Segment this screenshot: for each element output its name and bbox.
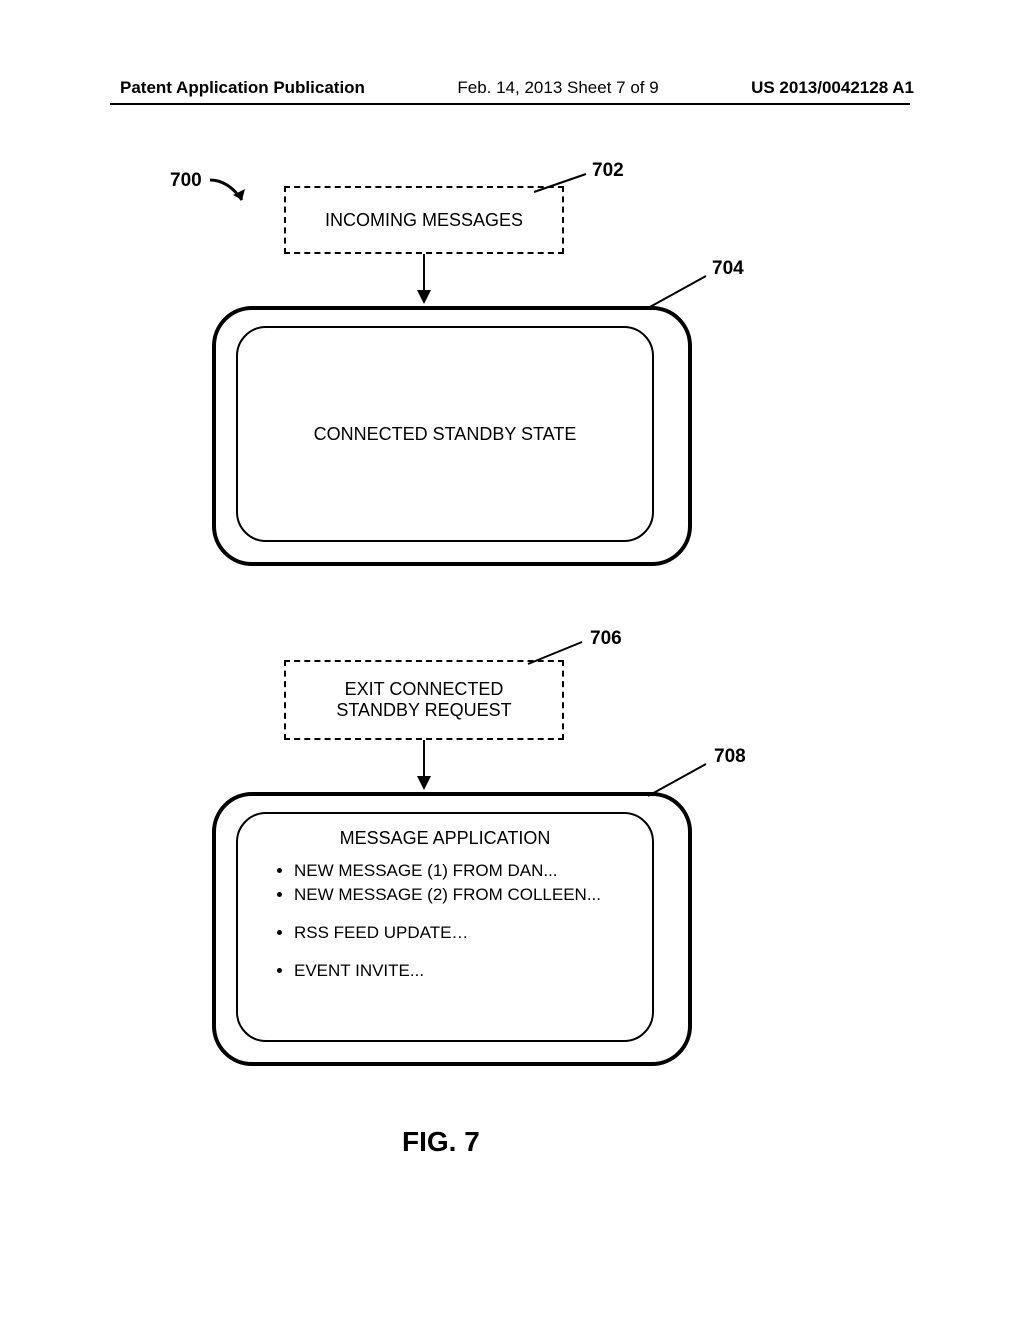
figure-caption: FIG. 7 <box>402 1126 480 1158</box>
connected-standby-label: CONNECTED STANDBY STATE <box>314 424 577 445</box>
header-left: Patent Application Publication <box>120 78 365 98</box>
exit-request-line2: STANDBY REQUEST <box>286 700 562 721</box>
ref-700: 700 <box>170 170 202 192</box>
lead-702-icon <box>530 168 600 198</box>
lead-708-icon <box>640 758 722 802</box>
list-item: EVENT INVITE... <box>294 959 652 983</box>
device-708: MESSAGE APPLICATION NEW MESSAGE (1) FROM… <box>212 792 692 1066</box>
arrow-702-704-head-icon <box>417 290 431 304</box>
header-center: Feb. 14, 2013 Sheet 7 of 9 <box>457 78 658 98</box>
ref-708: 708 <box>714 746 746 768</box>
figure-area: 700 INCOMING MESSAGES 702 CONNECTED STAN… <box>0 150 1024 1250</box>
header-right: US 2013/0042128 A1 <box>751 78 914 98</box>
ref-702: 702 <box>592 160 624 182</box>
lead-706-icon <box>522 636 596 670</box>
lead-704-icon <box>642 270 722 314</box>
list-item: NEW MESSAGE (2) FROM COLLEEN... <box>294 883 652 907</box>
exit-request-box: EXIT CONNECTED STANDBY REQUEST <box>284 660 564 740</box>
incoming-messages-label: INCOMING MESSAGES <box>286 210 562 231</box>
message-list: NEW MESSAGE (1) FROM DAN... NEW MESSAGE … <box>238 859 652 983</box>
device-704-screen: CONNECTED STANDBY STATE <box>236 326 654 542</box>
arrow-700-icon <box>208 178 254 208</box>
device-704: CONNECTED STANDBY STATE <box>212 306 692 566</box>
arrow-706-708-line <box>423 740 425 780</box>
ref-704: 704 <box>712 258 744 280</box>
list-item: RSS FEED UPDATE… <box>294 921 652 945</box>
ref-706: 706 <box>590 628 622 650</box>
arrow-706-708-head-icon <box>417 776 431 790</box>
exit-request-line1: EXIT CONNECTED <box>286 679 562 700</box>
list-item: NEW MESSAGE (1) FROM DAN... <box>294 859 652 883</box>
arrow-702-704-line <box>423 254 425 294</box>
incoming-messages-box: INCOMING MESSAGES <box>284 186 564 254</box>
message-app-title: MESSAGE APPLICATION <box>238 814 652 849</box>
page-header: Patent Application Publication Feb. 14, … <box>0 78 1024 98</box>
header-rule <box>110 103 910 105</box>
device-708-screen: MESSAGE APPLICATION NEW MESSAGE (1) FROM… <box>236 812 654 1042</box>
